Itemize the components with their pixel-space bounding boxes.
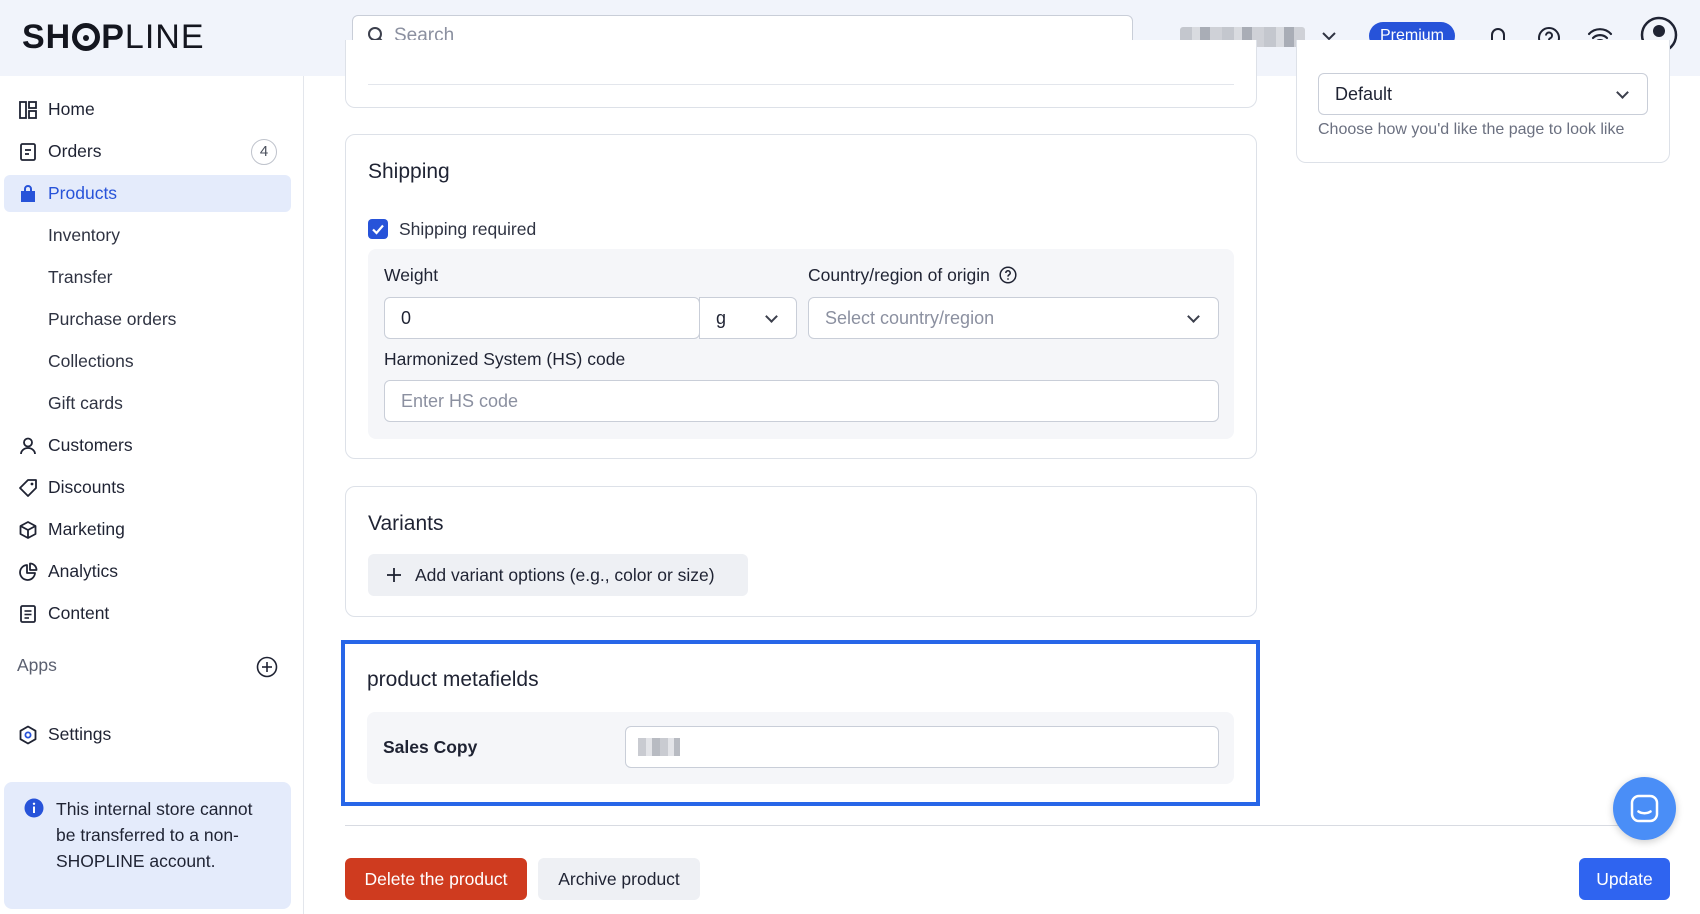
info-icon xyxy=(24,798,44,818)
settings-icon xyxy=(19,725,37,745)
home-icon xyxy=(19,101,37,119)
marketing-icon xyxy=(19,521,37,539)
sidebar-item-label: Orders xyxy=(48,141,102,161)
shipping-details-panel: Weight 0 g Country/region of origin Sele… xyxy=(368,249,1234,439)
add-app-icon[interactable] xyxy=(256,656,278,678)
chat-support-button[interactable] xyxy=(1613,777,1676,840)
sidebar-item-collections[interactable]: Collections xyxy=(4,343,291,380)
shipping-required-label[interactable]: Shipping required xyxy=(399,219,536,240)
sidebar-item-label: Home xyxy=(48,99,95,119)
footer-divider xyxy=(345,825,1670,826)
sales-copy-label: Sales Copy xyxy=(383,737,478,757)
template-help-text: Choose how you'd like the page to look l… xyxy=(1318,121,1625,138)
product-metafields-section: product metafields Sales Copy xyxy=(341,640,1260,806)
theme-template-card: Default Choose how you'd like the page t… xyxy=(1296,40,1670,163)
apps-section-label: Apps xyxy=(17,655,57,675)
content-icon xyxy=(20,605,36,623)
sidebar: Home Orders 4 Products Inventory Transfe… xyxy=(0,76,304,914)
origin-label: Country/region of origin xyxy=(808,265,1017,286)
discounts-icon xyxy=(19,479,37,497)
orders-count-badge: 4 xyxy=(251,139,277,165)
sidebar-item-label: Collections xyxy=(48,351,134,371)
sidebar-item-customers[interactable]: Customers xyxy=(4,427,291,464)
store-notice: This internal store cannot be transferre… xyxy=(4,782,291,909)
variants-title: Variants xyxy=(368,512,444,535)
logo-ring-icon xyxy=(72,23,101,51)
sidebar-item-label: Gift cards xyxy=(48,393,123,413)
weight-input[interactable]: 0 xyxy=(384,297,700,339)
sidebar-item-transfer[interactable]: Transfer xyxy=(4,259,291,296)
sidebar-item-label: Inventory xyxy=(48,225,120,245)
variants-card: Variants Add variant options (e.g., colo… xyxy=(345,486,1257,617)
sales-copy-input[interactable] xyxy=(625,726,1219,768)
sidebar-item-discounts[interactable]: Discounts xyxy=(4,469,291,506)
sidebar-item-label: Discounts xyxy=(48,477,125,497)
sidebar-item-purchase-orders[interactable]: Purchase orders xyxy=(4,301,291,338)
sidebar-item-label: Content xyxy=(48,603,110,623)
sidebar-item-settings[interactable]: Settings xyxy=(4,716,291,753)
sidebar-item-label: Purchase orders xyxy=(48,309,177,329)
previous-section-card xyxy=(345,40,1257,108)
sidebar-item-gift-cards[interactable]: Gift cards xyxy=(4,385,291,422)
shipping-required-checkbox[interactable] xyxy=(368,219,388,239)
notice-text: This internal store cannot be transferre… xyxy=(56,799,253,871)
archive-product-button[interactable]: Archive product xyxy=(538,858,700,900)
template-select[interactable]: Default xyxy=(1318,73,1648,115)
delete-product-button[interactable]: Delete the product xyxy=(345,858,527,900)
shipping-card: Shipping Shipping required Weight 0 g Co… xyxy=(345,134,1257,459)
section-divider xyxy=(368,84,1234,85)
chat-icon xyxy=(1630,794,1659,823)
origin-select[interactable]: Select country/region xyxy=(808,297,1219,339)
sidebar-item-home[interactable]: Home xyxy=(4,91,291,128)
update-button[interactable]: Update xyxy=(1579,858,1670,900)
sidebar-item-label: Analytics xyxy=(48,561,119,581)
weight-label: Weight xyxy=(384,265,439,285)
metafield-row: Sales Copy xyxy=(367,712,1234,784)
metafields-title: product metafields xyxy=(367,668,539,691)
sidebar-item-label: Marketing xyxy=(48,519,125,539)
sidebar-item-content[interactable]: Content xyxy=(4,595,291,632)
sidebar-item-label: Products xyxy=(48,183,118,203)
orders-icon xyxy=(20,143,36,161)
sidebar-item-label: Transfer xyxy=(48,267,113,287)
hs-code-label: Harmonized System (HS) code xyxy=(384,349,626,369)
analytics-icon xyxy=(19,562,38,581)
shipping-title: Shipping xyxy=(368,160,450,183)
weight-unit-select[interactable]: g xyxy=(699,297,797,339)
plus-icon xyxy=(387,568,401,582)
sidebar-item-analytics[interactable]: Analytics xyxy=(4,553,291,590)
sidebar-item-products[interactable]: Products xyxy=(4,175,291,212)
checkmark-icon xyxy=(372,224,384,235)
add-variant-options-button[interactable]: Add variant options (e.g., color or size… xyxy=(368,554,748,596)
redacted-value xyxy=(638,738,680,756)
sidebar-item-label: Customers xyxy=(48,435,133,455)
hs-code-input[interactable]: Enter HS code xyxy=(384,380,1219,422)
sidebar-item-orders[interactable]: Orders 4 xyxy=(4,133,291,170)
customers-icon xyxy=(20,437,36,455)
sidebar-item-label: Settings xyxy=(48,724,112,744)
shopline-logo[interactable]: SH PLINE xyxy=(22,18,205,57)
help-icon[interactable] xyxy=(999,266,1017,284)
sidebar-item-marketing[interactable]: Marketing xyxy=(4,511,291,548)
products-icon xyxy=(21,185,35,202)
sidebar-item-inventory[interactable]: Inventory xyxy=(4,217,291,254)
